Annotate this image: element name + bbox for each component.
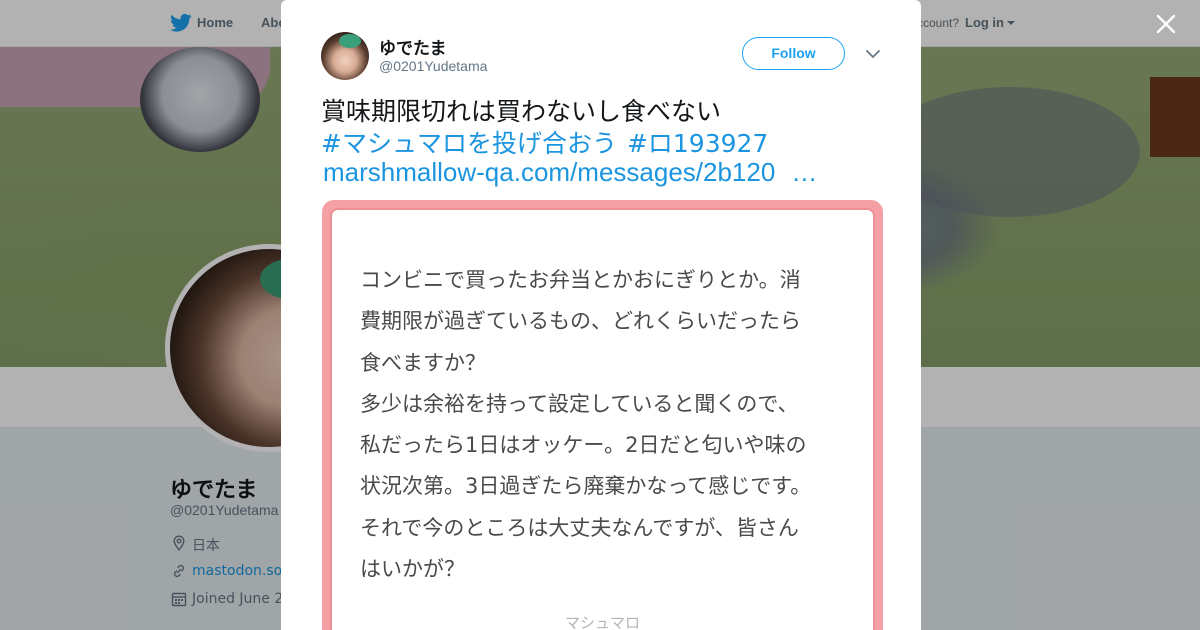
question-line: コンビニで買ったお弁当とかおにぎりとか。消 <box>360 268 801 292</box>
tweet-author-name[interactable]: ゆでたま <box>379 34 447 59</box>
question-line: 多少は余裕を持って設定していると聞くので、 <box>360 391 799 416</box>
page: Home Abo ccount? Log in ゆでたま @0201Yudeta… <box>0 0 1200 630</box>
close-icon[interactable] <box>1155 13 1177 35</box>
marshmallow-question: コンビニで買ったお弁当とかおにぎりとか。消 費期限が過ぎているもの、どれくらいだ… <box>360 260 850 590</box>
tweet-url-ellipsis: … <box>791 157 818 187</box>
marshmallow-footer-label: マシュマロ <box>564 614 640 630</box>
tweet-url-link[interactable]: marshmallow-qa.com/messages/2b120 … <box>323 157 817 188</box>
avatar-bow-shape <box>339 34 361 48</box>
tweet-text: 賞味期限切れは買わないし食べない <box>321 97 722 126</box>
tweet-author-handle[interactable]: @0201Yudetama <box>379 58 487 74</box>
tweet-hashtags: #マシュマロを投げ合おう #ロ193927 <box>321 124 778 160</box>
hashtag-link[interactable]: #マシュマロを投げ合おう <box>321 129 617 158</box>
marshmallow-card: コンビニで買ったお弁当とかおにぎりとか。消 費期限が過ぎているもの、どれくらいだ… <box>332 210 873 630</box>
question-line: 状況次第。3日過ぎたら廃棄かなって感じです。 <box>360 474 812 499</box>
hashtag-link[interactable]: #ロ193927 <box>627 129 768 158</box>
chevron-down-icon[interactable] <box>865 48 881 60</box>
tweet-author-avatar[interactable] <box>321 32 369 80</box>
question-line: はいかが？ <box>360 557 465 582</box>
question-line: それで今のところは大丈夫なんですが、皆さん <box>360 515 799 540</box>
tweet-attached-image[interactable]: コンビニで買ったお弁当とかおにぎりとか。消 費期限が過ぎているもの、どれくらいだ… <box>322 200 883 630</box>
follow-button[interactable]: Follow <box>742 37 845 70</box>
tweet-modal: ゆでたま @0201Yudetama Follow 賞味期限切れは買わないし食べ… <box>281 0 921 630</box>
question-line: 食べますか？ <box>360 350 486 375</box>
question-line: 費期限が過ぎているもの、どれくらいだったら <box>360 309 801 334</box>
question-line: 私だったら1日はオッケー。2日だと匂いや味の <box>360 433 807 458</box>
tweet-url-text[interactable]: marshmallow-qa.com/messages/2b120 <box>323 157 775 187</box>
